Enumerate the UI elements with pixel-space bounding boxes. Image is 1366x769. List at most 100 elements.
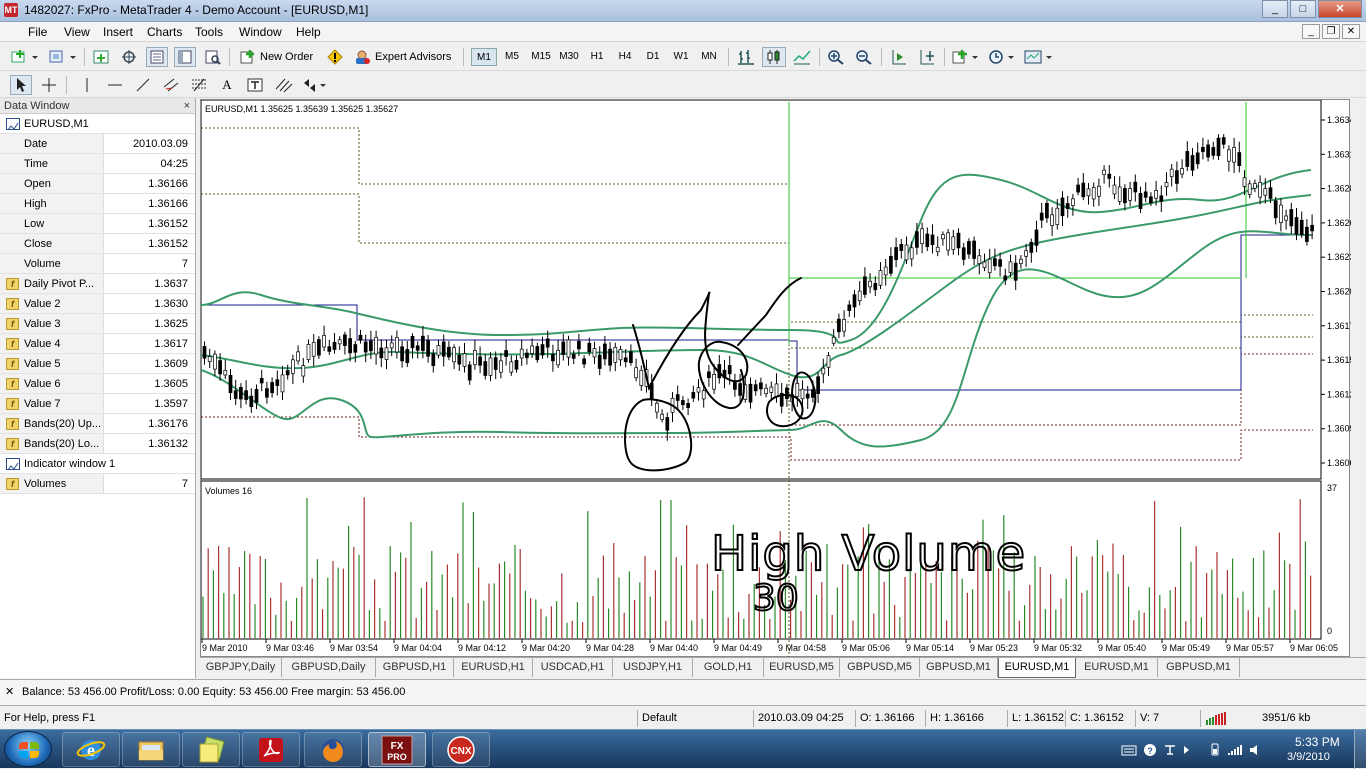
menu-charts[interactable]: Charts	[147, 25, 182, 39]
terminal-button[interactable]	[174, 47, 196, 67]
candle-body	[1169, 168, 1174, 177]
chart-window[interactable]: EURUSD,M1 1.35625 1.35639 1.35625 1.3562…	[200, 99, 1351, 658]
chart-tab[interactable]: USDJPY,H1	[613, 658, 693, 677]
price-label: 1.36285	[1327, 184, 1351, 194]
chart-tab[interactable]: GBPUSD,M1	[920, 658, 998, 677]
candlestick-chart-button[interactable]	[762, 47, 786, 67]
price-chart-svg[interactable]: EURUSD,M1 1.35625 1.35639 1.35625 1.3562…	[201, 100, 1351, 658]
timeframe-m1[interactable]: M1	[471, 48, 497, 66]
text-label-button[interactable]	[244, 75, 266, 95]
templates-button[interactable]	[1022, 47, 1056, 67]
timeframe-w1[interactable]: W1	[668, 48, 694, 66]
cursor-tool-button[interactable]	[10, 75, 32, 95]
equidistant-channel-button[interactable]	[160, 75, 182, 95]
new-chart-icon	[11, 50, 38, 63]
mdi-restore-button[interactable]: ❐	[1322, 24, 1340, 39]
chart-tab[interactable]: GBPJPY,Daily	[200, 658, 282, 677]
menu-help[interactable]: Help	[296, 25, 321, 39]
chart-tab[interactable]: GOLD,H1	[693, 658, 764, 677]
timeframe-h1[interactable]: H1	[584, 48, 610, 66]
data-window-button[interactable]	[146, 47, 168, 67]
indicators-icon	[952, 50, 978, 64]
trendline-button[interactable]	[132, 75, 154, 95]
timeframe-h4[interactable]: H4	[612, 48, 638, 66]
minimize-button[interactable]: _	[1262, 0, 1288, 18]
periods-button[interactable]	[986, 47, 1018, 67]
tray-clock-date[interactable]: 3/9/2010	[1287, 751, 1330, 763]
indicators-button[interactable]	[950, 47, 982, 67]
menu-view[interactable]: View	[64, 25, 90, 39]
menu-tools[interactable]: Tools	[195, 25, 223, 39]
new-chart-button[interactable]	[8, 47, 42, 67]
horizontal-line-button[interactable]	[104, 75, 126, 95]
taskbar-internet-explorer[interactable]: e	[62, 732, 120, 767]
chart-tab[interactable]: GBPUSD,M1	[1158, 658, 1240, 677]
timeframe-m5[interactable]: M5	[499, 48, 525, 66]
candle-body	[249, 395, 254, 408]
vertical-line-button[interactable]	[76, 75, 98, 95]
auto-scroll-button[interactable]	[887, 47, 911, 67]
data-window-close-button[interactable]: ×	[184, 98, 190, 114]
crosshair-tool-button[interactable]	[38, 75, 60, 95]
candle-body	[613, 347, 618, 363]
market-watch-button[interactable]	[90, 47, 112, 67]
channel-icon	[163, 78, 179, 92]
strategy-tester-button[interactable]	[202, 47, 224, 67]
chart-tab[interactable]: GBPUSD,Daily	[282, 658, 376, 677]
close-button[interactable]: ✕	[1318, 0, 1362, 18]
arrows-menu-button[interactable]	[300, 75, 330, 95]
fibonacci-button[interactable]	[188, 75, 210, 95]
system-tray-icons: ?	[1121, 743, 1257, 756]
chart-tab[interactable]: EURUSD,M5	[764, 658, 840, 677]
candle-body	[597, 354, 602, 369]
new-order-button[interactable]: New Order	[236, 47, 322, 67]
timeframe-m30[interactable]: M30	[556, 48, 582, 66]
candle-body	[1164, 182, 1169, 188]
timeframe-m15[interactable]: M15	[528, 48, 554, 66]
candle-body	[1149, 196, 1153, 204]
time-label: 9 Mar 04:58	[778, 643, 826, 653]
chart-tab[interactable]: USDCAD,H1	[533, 658, 613, 677]
menu-insert[interactable]: Insert	[103, 25, 133, 39]
candle-body	[1279, 204, 1283, 224]
chart-tab[interactable]: EURUSD,M1	[998, 658, 1076, 678]
taskbar-firefox[interactable]	[304, 732, 362, 767]
menu-window[interactable]: Window	[239, 25, 282, 39]
taskbar-windows-explorer[interactable]	[122, 732, 180, 767]
zoom-out-button[interactable]	[852, 47, 876, 67]
menu-file[interactable]: File	[28, 25, 47, 39]
mdi-minimize-button[interactable]: _	[1302, 24, 1320, 39]
zoom-in-button[interactable]	[824, 47, 848, 67]
profiles-button[interactable]	[46, 47, 80, 67]
taskbar-cnx[interactable]: CNX	[432, 732, 490, 767]
candle-body	[883, 266, 888, 276]
start-button[interactable]	[4, 731, 52, 767]
candle-body	[275, 379, 280, 386]
text-tool-button[interactable]: A	[216, 75, 238, 95]
chart-tab[interactable]: EURUSD,M1	[1076, 658, 1158, 677]
chart-shift-button[interactable]	[915, 47, 939, 67]
tray-clock-time[interactable]: 5:33 PM	[1295, 735, 1340, 749]
status-profile[interactable]: Default	[642, 712, 677, 724]
line-chart-button[interactable]	[790, 47, 814, 67]
taskbar-fxpro[interactable]: FX PRO	[368, 732, 426, 767]
terminal-close-button[interactable]: ✕	[5, 685, 14, 698]
timeframe-mn[interactable]: MN	[696, 48, 722, 66]
expert-advisors-button[interactable]: Expert Advisors	[350, 47, 458, 67]
data-row: Close 1.36152	[0, 234, 195, 254]
channel-tool-button[interactable]	[272, 75, 296, 95]
show-desktop-button[interactable]	[1354, 730, 1366, 769]
bar-chart-button[interactable]	[734, 47, 758, 67]
candle-body	[265, 388, 269, 398]
chart-tab[interactable]: GBPUSD,H1	[376, 658, 454, 677]
timeframe-d1[interactable]: D1	[640, 48, 666, 66]
mdi-close-button[interactable]: ✕	[1342, 24, 1360, 39]
chart-tab[interactable]: EURUSD,H1	[454, 658, 533, 677]
alert-button[interactable]	[324, 47, 346, 67]
navigator-button[interactable]	[118, 47, 140, 67]
maximize-button[interactable]: □	[1290, 0, 1316, 18]
chart-tab[interactable]: GBPUSD,M5	[840, 658, 920, 677]
taskbar-sticky-notes[interactable]	[182, 732, 240, 767]
candle-body	[1024, 250, 1028, 257]
taskbar-adobe-reader[interactable]	[242, 732, 300, 767]
